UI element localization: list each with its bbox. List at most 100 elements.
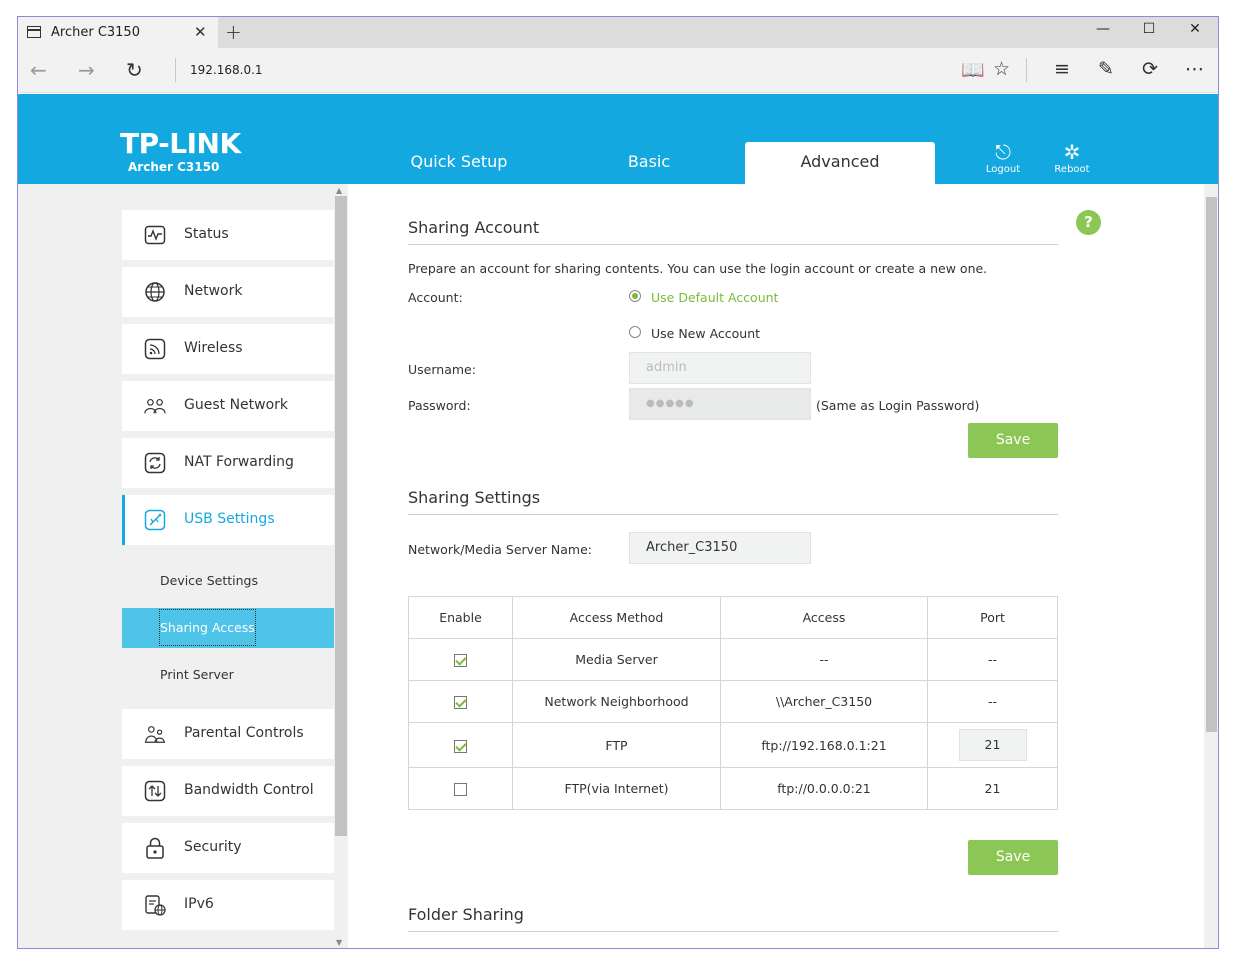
sidebar-item-parental-controls[interactable]: Parental Controls xyxy=(122,709,334,759)
sidebar-item-label: Bandwidth Control xyxy=(184,782,314,798)
web-note-icon[interactable]: ✎ xyxy=(1098,58,1114,80)
section-divider xyxy=(408,931,1058,932)
sidebar-item-label: Wireless xyxy=(184,340,243,356)
reboot-icon: ✲ xyxy=(1063,140,1081,164)
tab-quick-setup[interactable]: Quick Setup xyxy=(364,142,554,184)
guest-icon xyxy=(144,395,166,417)
method-cell: FTP xyxy=(512,722,721,768)
globe-icon xyxy=(144,281,166,303)
model-name: Archer C3150 xyxy=(128,160,220,174)
enable-checkbox[interactable] xyxy=(454,696,467,709)
server-name-field[interactable]: Archer_C3150 xyxy=(629,532,811,564)
url-field[interactable]: 192.168.0.1 xyxy=(190,63,263,77)
use-default-account-label[interactable]: Use Default Account xyxy=(651,290,778,305)
sidebar-subitem-device-settings[interactable]: Device Settings xyxy=(122,561,334,601)
address-bar: ← → ↻ 192.168.0.1 📖 ☆ ≡ ✎ ⟳ ⋯ xyxy=(18,48,1218,93)
sidebar: Status Network Wireless Guest Network NA… xyxy=(18,184,348,948)
tab-close-button[interactable]: ✕ xyxy=(194,23,207,41)
window-close-button[interactable]: ✕ xyxy=(1172,21,1218,37)
status-icon xyxy=(144,224,166,246)
sidebar-scroll-down-icon[interactable]: ▼ xyxy=(336,938,342,947)
share-icon[interactable]: ⟳ xyxy=(1142,58,1158,80)
sidebar-item-security[interactable]: Security xyxy=(122,823,334,873)
port-cell: -- xyxy=(927,680,1058,723)
sidebar-item-usb-settings[interactable]: USB Settings xyxy=(122,495,334,545)
bandwidth-icon xyxy=(144,780,166,802)
table-row: FTP ftp://192.168.0.1:21 21 xyxy=(408,722,1058,768)
sidebar-item-nat-forwarding[interactable]: NAT Forwarding xyxy=(122,438,334,488)
password-field[interactable]: ●●●●● xyxy=(629,388,811,420)
new-tab-button[interactable]: + xyxy=(225,20,242,44)
section-title-sharing-settings: Sharing Settings xyxy=(408,488,541,507)
main-content xyxy=(358,184,1208,948)
reboot-button[interactable]: ✲ Reboot xyxy=(1047,140,1097,175)
logout-button[interactable]: ⎋ Logout xyxy=(978,140,1028,175)
method-cell: Media Server xyxy=(512,638,721,681)
browser-tab[interactable]: Archer C3150 ✕ xyxy=(18,17,218,48)
column-header-enable: Enable xyxy=(408,596,513,639)
ipv6-icon xyxy=(144,894,166,916)
sidebar-item-bandwidth-control[interactable]: Bandwidth Control xyxy=(122,766,334,816)
sidebar-item-label: Network xyxy=(184,283,243,299)
ftp-port-input[interactable]: 21 xyxy=(958,729,1027,761)
sidebar-item-status[interactable]: Status xyxy=(122,210,334,260)
tplink-logo: TP-LINK xyxy=(120,127,241,160)
sidebar-subitem-sharing-access[interactable]: Sharing Access xyxy=(122,608,334,648)
sidebar-item-ipv6[interactable]: IPv6 xyxy=(122,880,334,930)
sharing-account-description: Prepare an account for sharing contents.… xyxy=(408,261,988,276)
favorite-star-icon[interactable]: ☆ xyxy=(993,58,1010,80)
page-scrollbar-thumb[interactable] xyxy=(1206,197,1217,732)
radio-use-default-account[interactable] xyxy=(629,290,641,302)
column-header-access: Access xyxy=(720,596,928,639)
username-field[interactable]: admin xyxy=(629,352,811,384)
sidebar-item-label: NAT Forwarding xyxy=(184,454,294,470)
use-new-account-label[interactable]: Use New Account xyxy=(651,326,760,341)
minimize-button[interactable]: — xyxy=(1080,21,1126,37)
sidebar-item-wireless[interactable]: Wireless xyxy=(122,324,334,374)
method-cell: FTP(via Internet) xyxy=(512,767,721,810)
subitem-label: Device Settings xyxy=(160,573,258,588)
sidebar-item-label: Guest Network xyxy=(184,397,289,413)
port-cell: -- xyxy=(927,638,1058,681)
tab-advanced[interactable]: Advanced xyxy=(745,142,935,184)
tab-strip: Archer C3150 ✕ + — ☐ ✕ xyxy=(18,17,1218,48)
section-divider xyxy=(408,514,1058,515)
sidebar-subitem-print-server[interactable]: Print Server xyxy=(122,655,334,695)
access-cell: -- xyxy=(720,638,928,681)
table-row: Network Neighborhood \\Archer_C3150 -- xyxy=(408,680,1058,723)
sidebar-item-label: Security xyxy=(184,839,242,855)
refresh-icon[interactable]: ↻ xyxy=(126,58,143,82)
tab-basic[interactable]: Basic xyxy=(554,142,744,184)
column-header-port: Port xyxy=(927,596,1058,639)
forward-icon[interactable]: → xyxy=(78,58,95,82)
enable-checkbox[interactable] xyxy=(454,783,467,796)
more-icon[interactable]: ⋯ xyxy=(1185,58,1204,80)
back-icon[interactable]: ← xyxy=(30,58,47,82)
port-cell: 21 xyxy=(927,722,1058,768)
enable-cell xyxy=(408,767,513,810)
password-note: (Same as Login Password) xyxy=(816,398,980,413)
radio-use-new-account[interactable] xyxy=(629,326,641,338)
save-sharing-settings-button[interactable]: Save xyxy=(968,840,1058,875)
nat-icon xyxy=(144,452,166,474)
enable-checkbox[interactable] xyxy=(454,654,467,667)
enable-checkbox[interactable] xyxy=(454,739,467,753)
sidebar-scrollbar-thumb[interactable] xyxy=(335,196,347,836)
hub-icon[interactable]: ≡ xyxy=(1054,58,1070,80)
sharing-table: Enable Access Method Access Port Media S… xyxy=(408,596,1058,810)
table-row: FTP(via Internet) ftp://0.0.0.0:21 21 xyxy=(408,767,1058,810)
help-button[interactable]: ? xyxy=(1076,210,1101,235)
section-title-sharing-account: Sharing Account xyxy=(408,218,540,237)
sidebar-scroll-up-icon[interactable]: ▲ xyxy=(336,186,342,195)
toolbar-separator xyxy=(1026,58,1027,82)
sidebar-item-label: Parental Controls xyxy=(184,725,304,741)
table-row: Media Server -- -- xyxy=(408,638,1058,681)
port-cell: 21 xyxy=(927,767,1058,810)
sidebar-item-guest-network[interactable]: Guest Network xyxy=(122,381,334,431)
logout-icon: ⎋ xyxy=(995,140,1011,164)
reading-view-icon[interactable]: 📖 xyxy=(961,58,985,81)
sidebar-item-network[interactable]: Network xyxy=(122,267,334,317)
save-account-button[interactable]: Save xyxy=(968,423,1058,458)
maximize-button[interactable]: ☐ xyxy=(1126,21,1172,37)
access-cell: \\Archer_C3150 xyxy=(720,680,928,723)
